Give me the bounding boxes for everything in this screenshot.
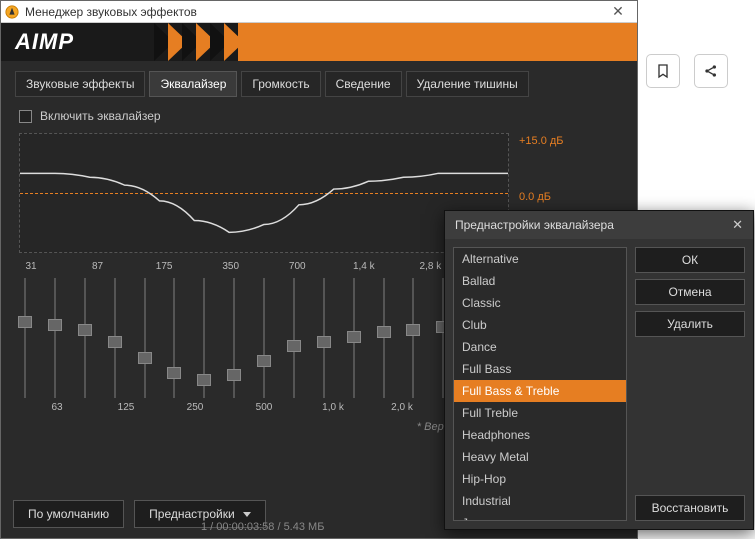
eq-band-slider[interactable]: [378, 278, 390, 398]
header-banner: AIMP: [1, 23, 637, 61]
preset-item[interactable]: Dance: [454, 336, 626, 358]
tab-4[interactable]: Удаление тишины: [406, 71, 529, 97]
popup-title-text: Преднастройки эквалайзера: [455, 218, 614, 232]
eq-sliders: [19, 278, 509, 398]
freq-label: 31: [19, 261, 43, 272]
freq-label: 1,0 k: [321, 402, 345, 413]
status-text: 1 / 00:00:03:58 / 5.43 МБ: [201, 521, 324, 533]
eq-band-slider[interactable]: [288, 278, 300, 398]
restore-button-label: Восстановить: [652, 501, 729, 515]
tab-3[interactable]: Сведение: [325, 71, 402, 97]
preset-item[interactable]: Full Bass: [454, 358, 626, 380]
freq-label: 2,8 k: [418, 261, 442, 272]
caret-down-icon: [243, 512, 251, 517]
freq-label: 250: [183, 402, 207, 413]
eq-band-slider[interactable]: [258, 278, 270, 398]
cancel-button-label: Отмена: [668, 285, 711, 299]
freq-labels-lower: 631252505001,0 k2,0 k4,0 k: [45, 402, 483, 413]
eq-band-slider[interactable]: [198, 278, 210, 398]
preset-item[interactable]: Industrial: [454, 490, 626, 512]
popup-close-button[interactable]: ✕: [732, 217, 743, 233]
scale-mid: 0.0 дБ: [519, 191, 564, 203]
ok-button-label: ОК: [682, 253, 698, 267]
eq-curve: [20, 134, 508, 252]
freq-label: 63: [45, 402, 69, 413]
popup-buttons: ОК Отмена Удалить Восстановить: [635, 247, 745, 521]
bookmark-icon: [655, 63, 671, 79]
preset-item[interactable]: Jazz: [454, 512, 626, 521]
eq-curve-graph: [19, 133, 509, 253]
logo-text: AIMP: [15, 29, 74, 55]
eq-band-slider[interactable]: [79, 278, 91, 398]
tab-1[interactable]: Эквалайзер: [149, 71, 237, 97]
window-title: Менеджер звуковых эффектов: [25, 5, 603, 19]
enable-equalizer-checkbox[interactable]: [19, 110, 32, 123]
preset-item[interactable]: Hip-Hop: [454, 468, 626, 490]
preset-item[interactable]: Ballad: [454, 270, 626, 292]
eq-band-slider[interactable]: [348, 278, 360, 398]
delete-button-label: Удалить: [667, 317, 713, 331]
titlebar: Менеджер звуковых эффектов ✕: [1, 1, 637, 23]
preset-item[interactable]: Headphones: [454, 424, 626, 446]
scale-top: +15.0 дБ: [519, 135, 564, 147]
freq-label: 2,0 k: [390, 402, 414, 413]
preset-list[interactable]: AlternativeBalladClassicClubDanceFull Ba…: [453, 247, 627, 521]
db-scale: +15.0 дБ 0.0 дБ: [519, 133, 564, 203]
tab-bar: Звуковые эффектыЭквалайзерГромкостьСведе…: [1, 61, 637, 103]
preset-item[interactable]: Alternative: [454, 248, 626, 270]
freq-label: 500: [252, 402, 276, 413]
preset-item[interactable]: Full Treble: [454, 402, 626, 424]
eq-band-slider[interactable]: [168, 278, 180, 398]
freq-label: 1,4 k: [352, 261, 376, 272]
preset-item[interactable]: Heavy Metal: [454, 446, 626, 468]
freq-labels-upper: 31871753507001,4 k2,8 k5,6 k: [19, 261, 509, 272]
eq-band-slider[interactable]: [19, 278, 31, 398]
app-icon: [5, 5, 19, 19]
preset-item[interactable]: Classic: [454, 292, 626, 314]
bookmark-button[interactable]: [646, 54, 680, 88]
eq-band-slider[interactable]: [407, 278, 419, 398]
delete-button[interactable]: Удалить: [635, 311, 745, 337]
freq-label: 125: [114, 402, 138, 413]
restore-button[interactable]: Восстановить: [635, 495, 745, 521]
freq-label: 87: [86, 261, 110, 272]
chevron-decor: [154, 23, 238, 61]
freq-label: 700: [285, 261, 309, 272]
window-close-button[interactable]: ✕: [603, 3, 633, 20]
enable-equalizer-label: Включить эквалайзер: [40, 109, 161, 123]
default-button-label: По умолчанию: [28, 507, 109, 521]
eq-band-slider[interactable]: [49, 278, 61, 398]
preset-item[interactable]: Club: [454, 314, 626, 336]
default-button[interactable]: По умолчанию: [13, 500, 124, 528]
eq-band-slider[interactable]: [139, 278, 151, 398]
share-icon: [703, 63, 719, 79]
freq-label: 175: [152, 261, 176, 272]
tab-0[interactable]: Звуковые эффекты: [15, 71, 145, 97]
freq-label: 350: [219, 261, 243, 272]
presets-button-label: Преднастройки: [149, 507, 235, 521]
eq-band-slider[interactable]: [109, 278, 121, 398]
eq-band-slider[interactable]: [318, 278, 330, 398]
tab-2[interactable]: Громкость: [241, 71, 320, 97]
cancel-button[interactable]: Отмена: [635, 279, 745, 305]
popup-titlebar: Преднастройки эквалайзера ✕: [445, 211, 753, 239]
share-button[interactable]: [694, 54, 728, 88]
eq-band-slider[interactable]: [228, 278, 240, 398]
eq-presets-dialog: Преднастройки эквалайзера ✕ AlternativeB…: [444, 210, 754, 530]
preset-item[interactable]: Full Bass & Treble: [454, 380, 626, 402]
ok-button[interactable]: ОК: [635, 247, 745, 273]
